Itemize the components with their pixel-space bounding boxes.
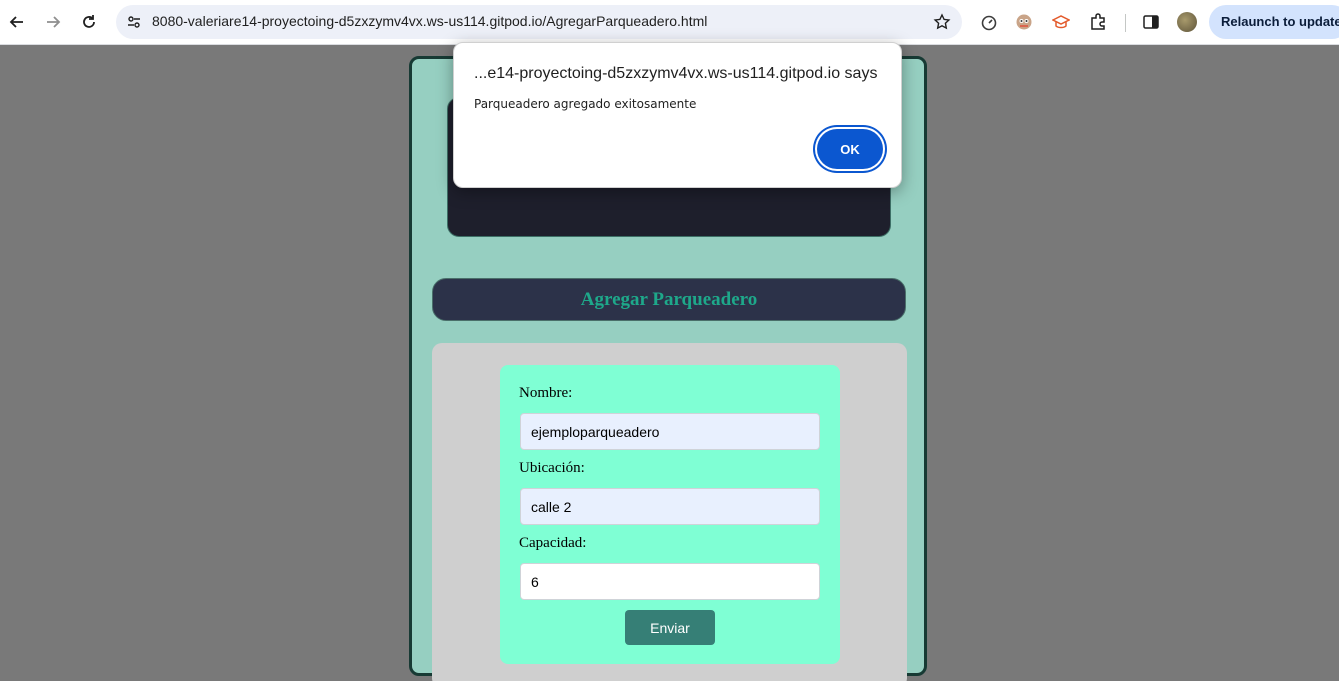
performance-icon[interactable]	[978, 11, 1000, 33]
relaunch-button[interactable]: Relaunch to update	[1209, 5, 1339, 39]
browser-toolbar: 8080-valeriare14-proyectoing-d5zxzymv4vx…	[0, 0, 1339, 45]
address-bar[interactable]: 8080-valeriare14-proyectoing-d5zxzymv4vx…	[116, 5, 962, 39]
url-text[interactable]: 8080-valeriare14-proyectoing-d5zxzymv4vx…	[152, 13, 707, 29]
capacidad-input[interactable]	[520, 563, 820, 600]
ok-button[interactable]: OK	[817, 129, 883, 169]
ubicacion-label: Ubicación:	[519, 460, 585, 476]
dialog-message: Parqueadero agregado exitosamente	[474, 97, 697, 111]
side-panel-icon[interactable]	[1140, 11, 1162, 33]
reload-icon[interactable]	[76, 9, 102, 35]
enviar-button[interactable]: Enviar	[625, 610, 715, 645]
nombre-label: Nombre:	[519, 385, 573, 401]
page-title-bar: Agregar Parqueadero	[432, 278, 906, 321]
page-title: Agregar Parqueadero	[580, 288, 758, 310]
toolbar-separator	[1125, 14, 1126, 32]
forward-icon[interactable]	[40, 9, 66, 35]
site-settings-icon[interactable]	[122, 10, 146, 34]
ubicacion-input[interactable]	[520, 488, 820, 525]
alert-dialog: ...e14-proyectoing-d5zxzymv4vx.ws-us114.…	[453, 42, 902, 188]
nombre-input[interactable]	[520, 413, 820, 450]
profile-avatar[interactable]	[1177, 12, 1197, 32]
back-icon[interactable]	[4, 9, 30, 35]
capacidad-label: Capacidad:	[519, 535, 587, 551]
dialog-title: ...e14-proyectoing-d5zxzymv4vx.ws-us114.…	[474, 65, 878, 82]
bookmark-star-icon[interactable]	[930, 10, 954, 34]
extension-owl-icon[interactable]	[1013, 11, 1035, 33]
extensions-puzzle-icon[interactable]	[1087, 11, 1109, 33]
extension-graduation-cap-icon[interactable]	[1050, 11, 1072, 33]
